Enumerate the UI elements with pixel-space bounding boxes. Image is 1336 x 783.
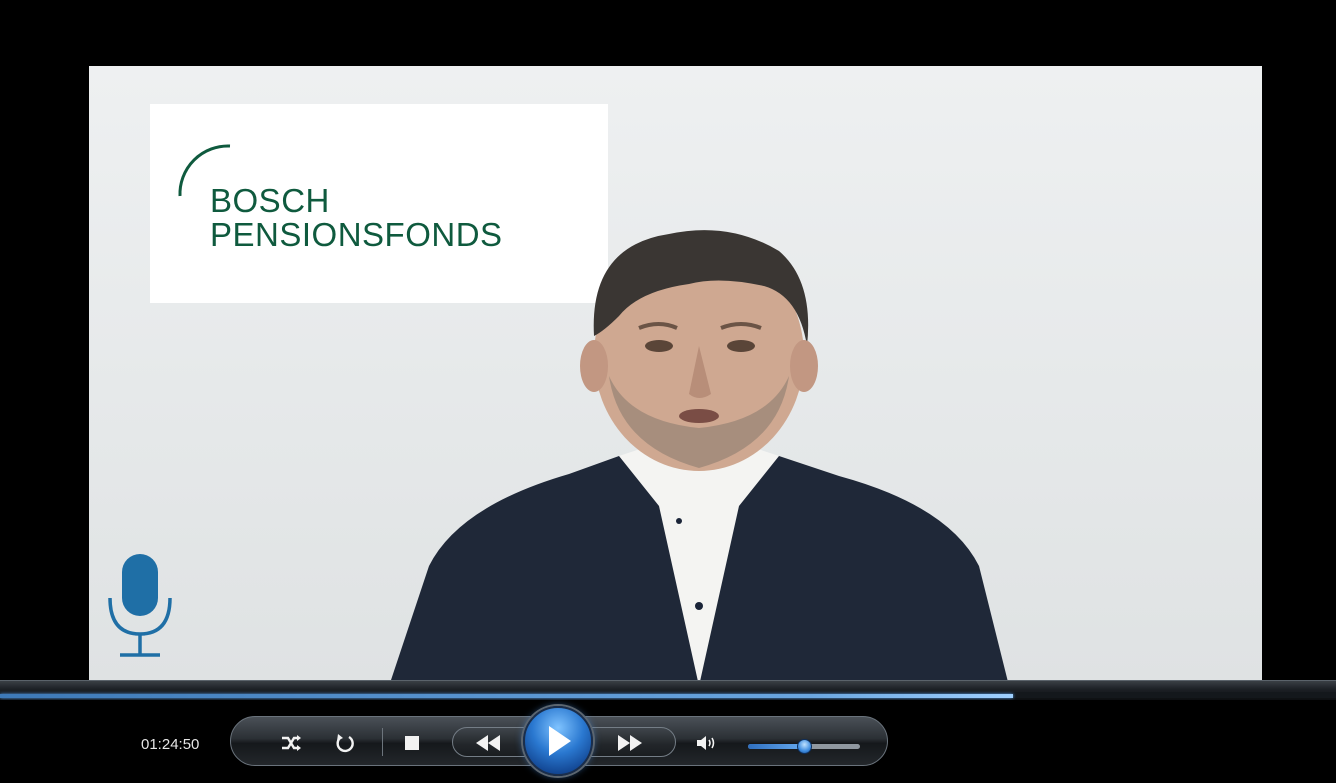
shuffle-icon: [282, 735, 301, 751]
volume-slider-thumb[interactable]: [797, 739, 812, 754]
repeat-icon: [336, 734, 354, 753]
stop-button[interactable]: [402, 733, 422, 753]
presenter-image: [391, 230, 1008, 680]
elapsed-time: 01:24:50: [141, 736, 200, 753]
rewind-button[interactable]: [468, 731, 508, 755]
media-player: BOSCH PENSIONSFONDS 01:24:50: [0, 0, 1336, 783]
fast-forward-button[interactable]: [610, 731, 650, 755]
play-icon: [549, 726, 571, 756]
seek-bar-progress: [0, 694, 1013, 698]
speaker-icon: [697, 736, 715, 750]
fast-forward-icon: [618, 735, 642, 751]
video-frame[interactable]: BOSCH PENSIONSFONDS: [89, 66, 1262, 680]
volume-level: [748, 744, 804, 749]
stop-icon: [405, 736, 419, 750]
repeat-button[interactable]: [332, 732, 358, 754]
mute-button[interactable]: [694, 732, 720, 754]
control-divider: [382, 728, 383, 756]
rewind-icon: [476, 735, 500, 751]
microphone-icon: [108, 554, 172, 657]
play-button[interactable]: [523, 706, 593, 776]
shuffle-button[interactable]: [276, 732, 306, 754]
